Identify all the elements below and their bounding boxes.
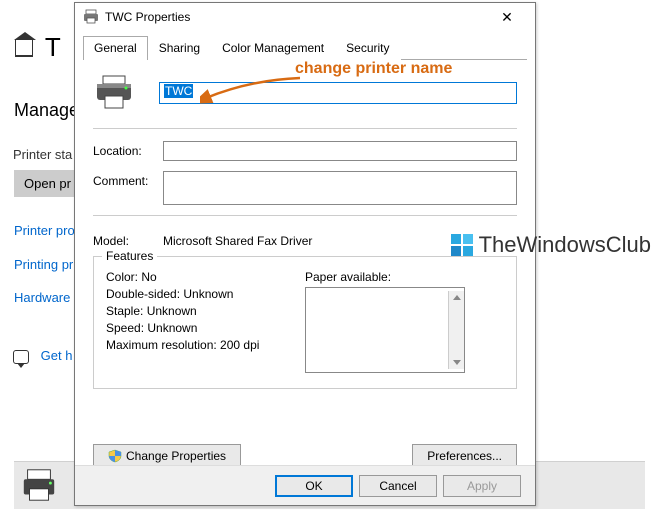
location-label: Location: (93, 141, 163, 158)
titlebar[interactable]: TWC Properties ✕ (75, 3, 535, 31)
location-input[interactable] (163, 141, 517, 161)
chat-icon (13, 350, 29, 364)
dialog-button-row: OK Cancel Apply (75, 465, 535, 505)
feature-color: Color: No (106, 270, 305, 284)
page-title-fragment: T (45, 32, 61, 62)
get-help-row: Get h (13, 348, 72, 364)
paper-available-label: Paper available: (305, 270, 504, 284)
change-properties-label: Change Properties (126, 449, 226, 463)
cancel-button[interactable]: Cancel (359, 475, 437, 497)
hardware-properties-link[interactable]: Hardware (14, 290, 70, 305)
tab-security[interactable]: Security (335, 36, 400, 60)
feature-max-resolution: Maximum resolution: 200 dpi (106, 338, 305, 352)
model-label: Model: (93, 234, 163, 248)
paper-available-list[interactable] (305, 287, 465, 373)
shield-icon (108, 449, 122, 463)
manage-heading: Manage (14, 100, 79, 121)
comment-input[interactable] (163, 171, 517, 205)
ok-button[interactable]: OK (275, 475, 353, 497)
printer-properties-dialog: TWC Properties ✕ General Sharing Color M… (74, 2, 536, 506)
features-legend: Features (102, 249, 157, 263)
model-value: Microsoft Shared Fax Driver (163, 234, 312, 248)
divider-2 (93, 215, 517, 216)
tab-body-general: TWC Location: Comment: Model: Microsoft … (75, 60, 535, 478)
tab-general[interactable]: General (83, 36, 148, 60)
tab-strip: General Sharing Color Management Securit… (83, 35, 527, 60)
tab-sharing[interactable]: Sharing (148, 36, 211, 60)
feature-staple: Staple: Unknown (106, 304, 305, 318)
apply-button[interactable]: Apply (443, 475, 521, 497)
get-help-link[interactable]: Get h (41, 348, 73, 363)
close-button[interactable]: ✕ (487, 3, 527, 31)
open-print-queue-button[interactable]: Open pr (14, 170, 74, 197)
tab-color-management[interactable]: Color Management (211, 36, 335, 60)
feature-double-sided: Double-sided: Unknown (106, 287, 305, 301)
printer-small-icon (83, 9, 99, 25)
features-group: Features Color: No Double-sided: Unknown… (93, 256, 517, 389)
printing-preferences-link[interactable]: Printing pr (14, 257, 73, 272)
printer-properties-link[interactable]: Printer pro (14, 223, 75, 238)
breadcrumb-home[interactable]: T (15, 32, 61, 63)
printer-icon (20, 466, 58, 504)
home-icon (15, 39, 33, 57)
printer-status-label: Printer sta (13, 147, 72, 162)
preferences-label: Preferences... (427, 449, 502, 463)
printer-name-input[interactable]: TWC (159, 82, 517, 104)
divider (93, 128, 517, 129)
comment-label: Comment: (93, 171, 163, 188)
scrollbar[interactable] (448, 291, 464, 369)
dialog-title: TWC Properties (105, 10, 487, 24)
feature-speed: Speed: Unknown (106, 321, 305, 335)
printer-name-value: TWC (164, 84, 193, 98)
printer-large-icon (93, 74, 135, 112)
